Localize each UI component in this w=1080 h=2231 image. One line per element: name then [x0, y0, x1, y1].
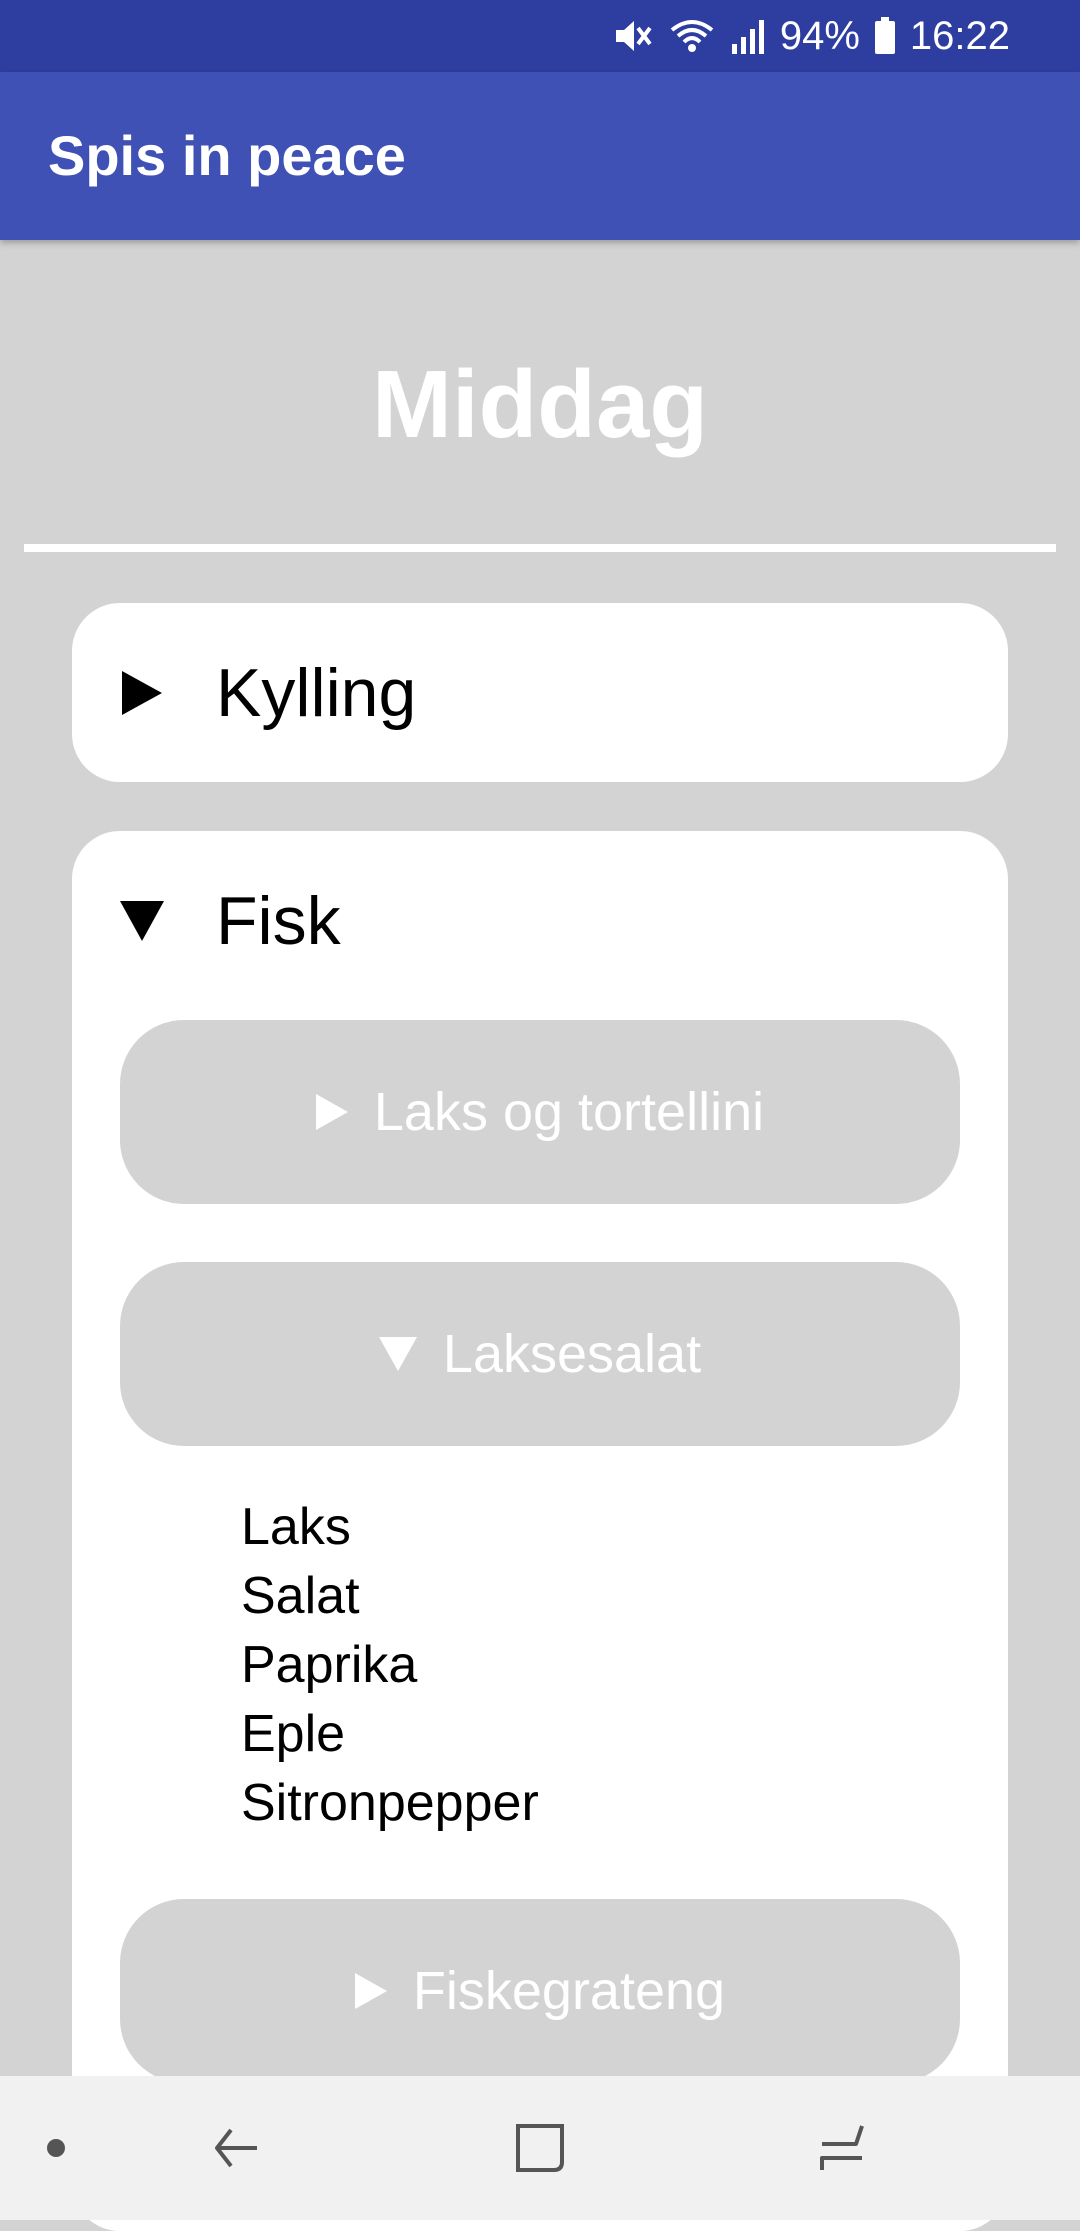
dish-button-laks-og-tortellini[interactable]: Laks og tortellini [120, 1020, 960, 1204]
collapse-arrow-icon [120, 899, 164, 943]
dish-button-content: Fiskegrateng [120, 1899, 960, 2083]
page-title: Middag [372, 351, 708, 458]
ingredient-item: Sitronpepper [241, 1774, 539, 1832]
ingredient-list: Laks Salat Paprika Eple Sitronpepper [241, 1493, 539, 1838]
divider [24, 544, 1056, 552]
dish-label: Laksesalat [442, 1324, 702, 1384]
app-bar: Spis in peace [0, 72, 1080, 240]
status-icons: 94% 16:22 [612, 0, 1010, 72]
dot-icon[interactable] [26, 2076, 86, 2220]
dish-button-laksesalat[interactable]: Laksesalat [120, 1262, 960, 1446]
clock: 16:22 [909, 13, 1010, 58]
ingredient-item: Salat [241, 1567, 360, 1625]
dish-label: Fiskegrateng [412, 1961, 726, 2021]
category-header-fisk[interactable]: Fisk [72, 831, 1008, 1010]
dish-button-fiskegrateng[interactable]: Fiskegrateng [120, 1899, 960, 2083]
signal-icon [730, 16, 766, 56]
dish-button-content: Laks og tortellini [120, 1020, 960, 1204]
ingredient-item: Eple [241, 1705, 346, 1763]
battery-icon [874, 16, 896, 56]
expand-arrow-icon [354, 1973, 387, 2009]
ingredient-item: Laks [241, 1498, 351, 1556]
navigation-bar [0, 2076, 1080, 2220]
wifi-icon [668, 16, 716, 56]
dish-label: Laks og tortellini [373, 1082, 765, 1142]
category-header-kylling[interactable]: Kylling [72, 603, 1008, 782]
status-bar: 94% 16:22 [0, 0, 1080, 72]
category-card-fisk: Fisk Laks og tortellini Laksesalat Laks … [72, 831, 1008, 2231]
home-icon[interactable] [500, 2076, 580, 2220]
dish-button-content: Laksesalat [120, 1262, 960, 1446]
category-card-kylling: Kylling [72, 603, 1008, 782]
mute-icon [612, 16, 654, 56]
category-label: Kylling [216, 654, 417, 731]
battery-percent: 94% [779, 13, 860, 58]
ingredient-item: Paprika [241, 1636, 418, 1694]
recents-icon[interactable] [802, 2076, 882, 2220]
expand-arrow-icon [120, 670, 164, 715]
collapse-arrow-icon [378, 1337, 417, 1371]
expand-arrow-icon [315, 1094, 348, 1130]
category-label: Fisk [216, 882, 341, 959]
back-icon[interactable] [197, 2076, 277, 2220]
app-title: Spis in peace [48, 124, 406, 187]
